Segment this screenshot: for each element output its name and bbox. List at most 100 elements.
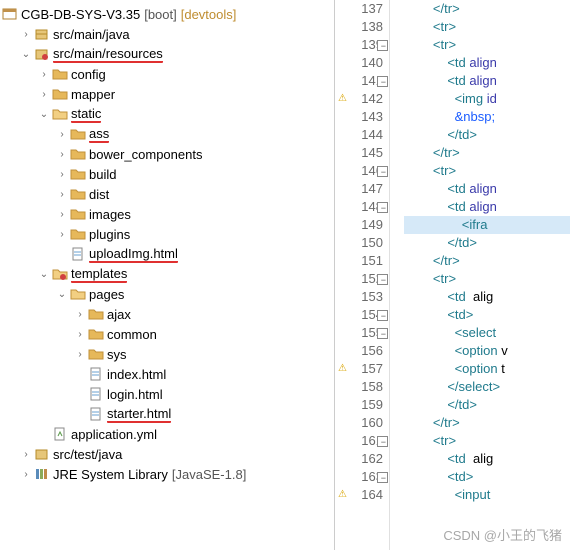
folder-config[interactable]: › config xyxy=(0,64,334,84)
code-line[interactable]: </tr> xyxy=(404,252,570,270)
line-number[interactable]: 144 xyxy=(335,126,383,144)
chevron-right-icon[interactable]: › xyxy=(54,169,70,180)
line-number[interactable]: 152 xyxy=(335,270,383,288)
folder-templates[interactable]: ⌄ templates xyxy=(0,264,334,284)
folder-sys[interactable]: ›sys xyxy=(0,344,334,364)
code-line[interactable]: <img id xyxy=(404,90,570,108)
line-number[interactable]: 151 xyxy=(335,252,383,270)
folder-src-test-java[interactable]: ›src/test/java xyxy=(0,444,334,464)
code-line[interactable]: <option t xyxy=(404,360,570,378)
code-line[interactable]: </tr> xyxy=(404,144,570,162)
code-line[interactable]: </td> xyxy=(404,396,570,414)
chevron-right-icon[interactable]: › xyxy=(36,69,52,80)
line-number[interactable]: 148 xyxy=(335,198,383,216)
line-number[interactable]: 141 xyxy=(335,72,383,90)
jre-system-library[interactable]: ›JRE System Library[JavaSE-1.8] xyxy=(0,464,334,484)
folder-bower-components[interactable]: ›bower_components xyxy=(0,144,334,164)
project-root[interactable]: CGB-DB-SYS-V3.35 [boot] [devtools] xyxy=(0,4,334,24)
line-number[interactable]: 154 xyxy=(335,306,383,324)
folder-images[interactable]: ›images xyxy=(0,204,334,224)
line-number[interactable]: 158 xyxy=(335,378,383,396)
code-line[interactable]: <td> xyxy=(404,306,570,324)
file-uploadimg-html[interactable]: uploadImg.html xyxy=(0,244,334,264)
code-line-selected[interactable]: <ifra xyxy=(404,216,570,234)
folder-ajax[interactable]: ›ajax xyxy=(0,304,334,324)
code-line[interactable]: <td align xyxy=(404,72,570,90)
project-explorer[interactable]: CGB-DB-SYS-V3.35 [boot] [devtools] › src… xyxy=(0,0,335,550)
line-number[interactable]: 162 xyxy=(335,450,383,468)
line-number[interactable]: 157 xyxy=(335,360,383,378)
code-content[interactable]: </tr> <tr> <tr> <td align <td align <img… xyxy=(390,0,570,550)
line-number[interactable]: 156 xyxy=(335,342,383,360)
line-number[interactable]: 137 xyxy=(335,0,383,18)
code-line[interactable]: <td alig xyxy=(404,450,570,468)
line-number[interactable]: 159 xyxy=(335,396,383,414)
folder-mapper[interactable]: › mapper xyxy=(0,84,334,104)
line-number[interactable]: 150 xyxy=(335,234,383,252)
chevron-right-icon[interactable]: › xyxy=(72,309,88,320)
file-starter-html[interactable]: starter.html xyxy=(0,404,334,424)
code-editor[interactable]: 137 138 139 140 141 142 143 144 145 146 … xyxy=(335,0,570,550)
folder-plugins[interactable]: ›plugins xyxy=(0,224,334,244)
code-line[interactable]: <td align xyxy=(404,180,570,198)
code-line[interactable]: <td> xyxy=(404,468,570,486)
code-line[interactable]: <tr> xyxy=(404,18,570,36)
line-number[interactable]: 138 xyxy=(335,18,383,36)
file-index-html[interactable]: index.html xyxy=(0,364,334,384)
line-number[interactable]: 161 xyxy=(335,432,383,450)
code-line[interactable]: </tr> xyxy=(404,414,570,432)
line-number[interactable]: 155 xyxy=(335,324,383,342)
chevron-down-icon[interactable]: ⌄ xyxy=(18,49,34,60)
code-line[interactable]: <tr> xyxy=(404,270,570,288)
chevron-right-icon[interactable]: › xyxy=(36,89,52,100)
line-number[interactable]: 149 xyxy=(335,216,383,234)
code-line[interactable]: <tr> xyxy=(404,432,570,450)
folder-src-main-java[interactable]: › src/main/java xyxy=(0,24,334,44)
folder-ass[interactable]: ›ass xyxy=(0,124,334,144)
folder-build[interactable]: ›build xyxy=(0,164,334,184)
chevron-right-icon[interactable]: › xyxy=(54,189,70,200)
line-gutter[interactable]: 137 138 139 140 141 142 143 144 145 146 … xyxy=(335,0,390,550)
folder-src-main-resources[interactable]: ⌄ src/main/resources xyxy=(0,44,334,64)
file-login-html[interactable]: login.html xyxy=(0,384,334,404)
code-line[interactable]: <tr> xyxy=(404,162,570,180)
code-line[interactable]: <td alig xyxy=(404,288,570,306)
chevron-right-icon[interactable]: › xyxy=(54,129,70,140)
line-number[interactable]: 142 xyxy=(335,90,383,108)
chevron-down-icon[interactable]: ⌄ xyxy=(54,289,70,300)
code-line[interactable]: </td> xyxy=(404,234,570,252)
chevron-right-icon[interactable]: › xyxy=(72,349,88,360)
line-number[interactable]: 143 xyxy=(335,108,383,126)
line-number[interactable]: 146 xyxy=(335,162,383,180)
folder-dist[interactable]: ›dist xyxy=(0,184,334,204)
folder-static[interactable]: ⌄ static xyxy=(0,104,334,124)
folder-common[interactable]: ›common xyxy=(0,324,334,344)
code-line[interactable]: <option v xyxy=(404,342,570,360)
code-line[interactable]: &nbsp; xyxy=(404,108,570,126)
code-line[interactable]: <td align xyxy=(404,54,570,72)
chevron-right-icon[interactable]: › xyxy=(54,209,70,220)
code-line[interactable]: <select xyxy=(404,324,570,342)
file-application-yml[interactable]: application.yml xyxy=(0,424,334,444)
chevron-right-icon[interactable]: › xyxy=(18,29,34,40)
chevron-right-icon[interactable]: › xyxy=(18,469,34,480)
code-line[interactable]: </select> xyxy=(404,378,570,396)
line-number[interactable]: 147 xyxy=(335,180,383,198)
code-line[interactable]: </tr> xyxy=(404,0,570,18)
chevron-right-icon[interactable]: › xyxy=(54,229,70,240)
chevron-right-icon[interactable]: › xyxy=(18,449,34,460)
code-line[interactable]: <tr> xyxy=(404,36,570,54)
line-number[interactable]: 163 xyxy=(335,468,383,486)
folder-pages[interactable]: ⌄pages xyxy=(0,284,334,304)
code-line[interactable]: <input xyxy=(404,486,570,504)
line-number[interactable]: 140 xyxy=(335,54,383,72)
chevron-right-icon[interactable]: › xyxy=(54,149,70,160)
line-number[interactable]: 153 xyxy=(335,288,383,306)
line-number[interactable]: 139 xyxy=(335,36,383,54)
code-line[interactable]: <td align xyxy=(404,198,570,216)
chevron-down-icon[interactable]: ⌄ xyxy=(36,109,52,120)
chevron-right-icon[interactable]: › xyxy=(72,329,88,340)
line-number[interactable]: 160 xyxy=(335,414,383,432)
chevron-down-icon[interactable]: ⌄ xyxy=(36,269,52,280)
line-number[interactable]: 164 xyxy=(335,486,383,504)
